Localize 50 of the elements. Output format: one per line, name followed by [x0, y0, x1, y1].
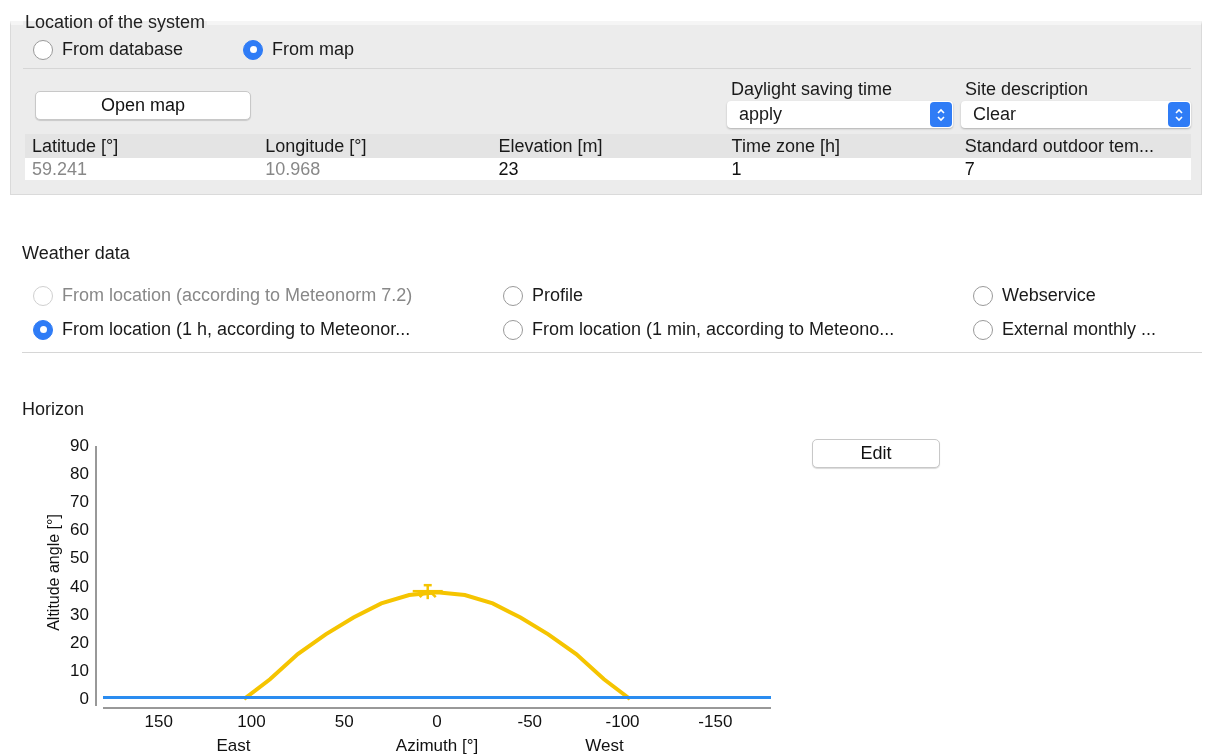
tick-label: 30 [70, 604, 89, 624]
tick-label: -50 [517, 712, 543, 731]
axis-title: Altitude angle [°] [45, 514, 62, 631]
tick-label: 60 [70, 520, 89, 540]
stepper-icon [930, 102, 952, 127]
dropdown-label: Daylight saving time [730, 79, 894, 100]
tick-label: -100 [605, 712, 640, 731]
tick-label: 80 [70, 464, 89, 484]
tick-label: 90 [70, 437, 89, 455]
axis-title: Azimuth [°] [395, 736, 479, 755]
tick-label: 40 [70, 576, 89, 596]
tick-label: 0 [79, 689, 89, 708]
group-title: Location of the system [24, 12, 207, 33]
radio-option[interactable]: Webservice [973, 285, 1202, 306]
axis-annotation: West [585, 736, 624, 755]
table-cell: 23 [491, 158, 725, 180]
column-header: Time zone [h] [724, 134, 958, 158]
section-title: Weather data [21, 243, 131, 264]
column-header: Standard outdoor tem... [957, 134, 1191, 158]
radio-option[interactable]: External monthly ... [973, 319, 1202, 340]
axis-annotation: East [216, 736, 251, 755]
section-title: Horizon [21, 399, 86, 420]
tick-label: 20 [70, 632, 89, 652]
column-header: Latitude [°] [25, 134, 259, 158]
table-cell: 7 [957, 158, 1191, 180]
radio-option[interactable]: From database [33, 39, 184, 60]
column-header: Longitude [°] [258, 134, 492, 158]
stepper-icon [1168, 102, 1190, 127]
dropdown[interactable]: apply [727, 101, 953, 128]
tick-label: 0 [432, 712, 442, 731]
radio-option[interactable]: From location (1 h, according to Meteonor... [33, 319, 503, 340]
tick-label: -150 [698, 712, 733, 731]
column-header: Elevation [m] [491, 134, 725, 158]
open-map-button[interactable]: Open map [35, 91, 251, 120]
tick-label: 150 [144, 712, 173, 731]
dropdown-label: Site description [964, 79, 1090, 100]
radio-option[interactable]: From location (1 min, according to Meteono... [503, 319, 973, 340]
edit-button[interactable]: Edit [812, 439, 940, 468]
radio-option[interactable]: From map [243, 39, 355, 60]
tick-label: 10 [70, 660, 89, 680]
radio-option[interactable]: Profile [503, 285, 973, 306]
table-cell: 59.241 [25, 158, 259, 180]
tick-label: 50 [70, 548, 89, 568]
tick-label: 50 [334, 712, 354, 731]
tick-label: 100 [237, 712, 266, 731]
table-cell: 1 [724, 158, 958, 180]
table-cell: 10.968 [258, 158, 492, 180]
sun-icon [412, 583, 443, 600]
tick-label: 70 [70, 492, 89, 512]
dropdown[interactable]: Clear [961, 101, 1191, 128]
